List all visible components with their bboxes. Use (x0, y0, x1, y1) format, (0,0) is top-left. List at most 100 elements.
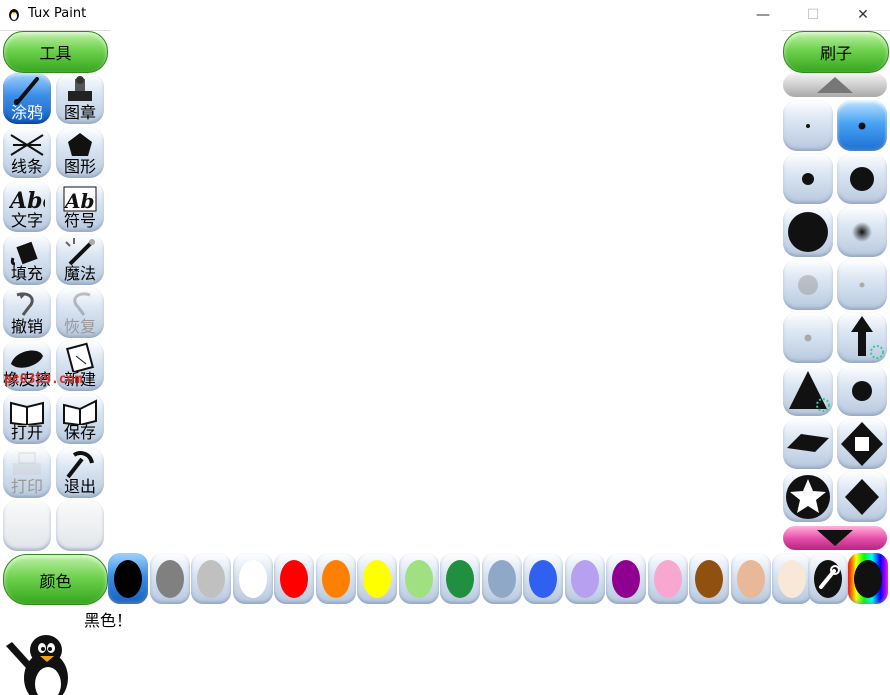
fuzzy-dot-brush-icon (852, 222, 872, 242)
color-swatch (321, 560, 350, 598)
color-pink-button[interactable] (647, 553, 688, 604)
tool-label: 保存 (63, 423, 96, 442)
color-purple-button[interactable] (606, 553, 646, 604)
tool-text-abc-button[interactable]: Abc文字 (3, 181, 51, 232)
color-light-green-button[interactable] (398, 553, 439, 604)
brushes-scroll-down-button[interactable] (783, 526, 887, 550)
color-swatch (238, 560, 267, 598)
tool-undo-button[interactable]: 撤销 (3, 287, 51, 338)
tool-redo-button[interactable]: 恢复 (56, 287, 104, 338)
color-tan-button[interactable] (730, 553, 771, 604)
tool-label: 打印 (10, 477, 43, 496)
color-brown-button[interactable] (689, 553, 729, 604)
tool-label: 图章 (63, 103, 96, 122)
triangle-down-icon (817, 530, 853, 546)
window-title: Tux Paint (28, 6, 87, 21)
tool-label: 撤销 (10, 317, 43, 336)
tool-label: 填充 (10, 264, 43, 283)
arrow-up-brush-icon (851, 316, 884, 359)
medium-dot-brush-icon (802, 173, 814, 185)
tool-save-book-button[interactable]: 保存 (56, 393, 104, 444)
empty-tool-slot (3, 500, 51, 551)
color-red-button[interactable] (274, 553, 314, 604)
tools-header: 工具 (3, 31, 108, 73)
brush-button[interactable] (837, 471, 887, 522)
tool-label: 打开 (10, 423, 43, 442)
brush-button[interactable] (783, 312, 833, 363)
minimize-button[interactable]: — (740, 0, 786, 30)
color-yellow-button[interactable] (357, 553, 397, 604)
brushes-header: 刷子 (783, 31, 889, 73)
color-swatch (529, 560, 557, 598)
color-swatch (404, 560, 433, 598)
tool-printer-button[interactable]: 打印 (3, 447, 51, 498)
color-light-gray-button[interactable] (191, 553, 231, 604)
tux-app-icon (9, 9, 19, 21)
color-cream-button[interactable] (772, 553, 812, 604)
brush-button[interactable] (783, 206, 833, 257)
brush-button[interactable] (837, 206, 887, 257)
brush-button[interactable] (837, 259, 887, 310)
color-swatch (695, 560, 723, 598)
brush-button[interactable] (783, 418, 833, 469)
color-steel-blue-button[interactable] (481, 553, 522, 604)
colors-header: 颜色 (3, 554, 108, 605)
tool-label: 文字 (10, 211, 43, 230)
rainbow-swatch-icon (854, 560, 882, 598)
brush-button[interactable] (837, 153, 887, 204)
drawing-canvas[interactable] (110, 30, 782, 550)
tux-penguin-icon (6, 635, 68, 695)
color-black-button[interactable] (108, 553, 148, 604)
tool-paintbrush-button[interactable]: 涂鸦 (3, 73, 51, 124)
brush-button[interactable] (837, 312, 887, 363)
title-bar: Tux Paint — ☐ ✕ (0, 0, 890, 31)
brush-button[interactable] (837, 100, 887, 151)
color-white-button[interactable] (232, 553, 273, 604)
color-swatch (653, 560, 682, 598)
brush-button[interactable] (783, 365, 833, 416)
tiny-dot-brush-icon (806, 124, 810, 128)
brush-button[interactable] (837, 418, 887, 469)
brush-button[interactable] (783, 153, 833, 204)
tool-quit-button[interactable]: 退出 (56, 447, 104, 498)
star-brush-icon (786, 475, 830, 519)
tool-magic-wand-button[interactable]: 魔法 (56, 234, 104, 285)
tool-label: 退出 (63, 477, 96, 496)
diamond-brush-icon (845, 479, 879, 515)
color-swatch (487, 560, 516, 598)
rainbow-color-button[interactable] (848, 553, 888, 604)
brush-button[interactable] (783, 471, 833, 522)
brushes-scroll-up-button[interactable] (783, 73, 887, 97)
color-picker-button[interactable] (808, 553, 848, 604)
eyedropper-icon (814, 560, 842, 598)
brush-button[interactable] (783, 100, 833, 151)
color-gray-button[interactable] (149, 553, 190, 604)
color-swatch (155, 560, 184, 598)
color-lavender-button[interactable] (564, 553, 605, 604)
color-blue-button[interactable] (523, 553, 563, 604)
close-button[interactable]: ✕ (840, 0, 886, 30)
color-green-button[interactable] (440, 553, 480, 604)
tool-label-abc-button[interactable]: Ab 符号 (56, 181, 104, 232)
brush-button[interactable] (837, 365, 887, 416)
tool-stamp-button[interactable]: 图章 (56, 73, 104, 124)
large-dot-brush-icon (850, 167, 874, 191)
triangle-brush-icon (789, 371, 830, 412)
color-orange-button[interactable] (315, 553, 356, 604)
tool-label: 符号 (63, 211, 96, 230)
maximize-button[interactable]: ☐ (790, 0, 836, 30)
tool-pentagon-button[interactable]: 图形 (56, 127, 104, 178)
status-message: 黑色！ (84, 611, 133, 630)
color-swatch (446, 560, 474, 598)
brush-button[interactable] (783, 259, 833, 310)
xlarge-dot-brush-icon (788, 212, 828, 252)
color-swatch (612, 560, 640, 598)
color-swatch (114, 560, 142, 598)
color-swatch (197, 560, 225, 598)
tool-paint-bucket-button[interactable]: 填充 (3, 234, 51, 285)
color-swatch (280, 560, 308, 598)
tool-open-book-button[interactable]: 打开 (3, 393, 51, 444)
color-swatch (363, 560, 391, 598)
color-swatch (570, 560, 599, 598)
tool-lines-button[interactable]: 线条 (3, 127, 51, 178)
